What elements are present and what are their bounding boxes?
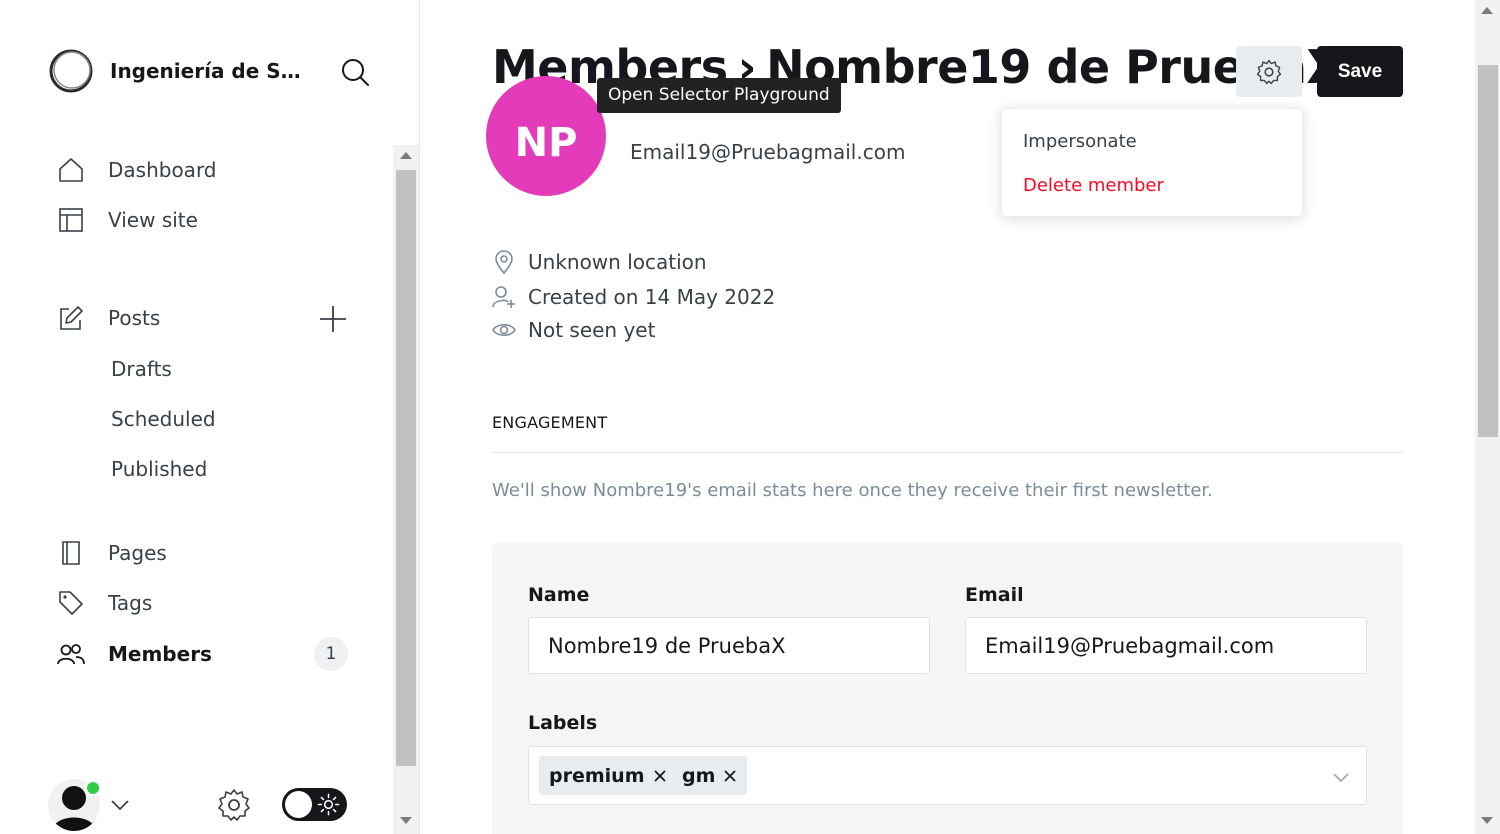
engagement-heading: ENGAGEMENT xyxy=(492,413,608,432)
save-button[interactable]: Save xyxy=(1317,46,1403,97)
members-icon xyxy=(56,639,86,669)
layout-icon xyxy=(56,205,86,235)
nav-view-site[interactable]: View site xyxy=(56,202,198,238)
nav-view-site-label: View site xyxy=(108,208,198,232)
selector-playground-tooltip: Open Selector Playground xyxy=(597,78,841,113)
email-label: Email xyxy=(965,584,1024,606)
label-token-text: gm xyxy=(682,764,716,787)
eye-icon xyxy=(492,318,516,342)
sun-icon xyxy=(317,793,340,816)
location-pin-icon xyxy=(492,250,516,274)
nav-tags[interactable]: Tags xyxy=(56,585,152,621)
engagement-divider xyxy=(492,452,1403,453)
sidebar: Ingeniería de So... Dashboard View site … xyxy=(0,0,420,834)
nav-pages[interactable]: Pages xyxy=(56,535,167,571)
theme-toggle[interactable] xyxy=(282,788,347,821)
nav-members[interactable]: Members xyxy=(56,636,212,672)
search-icon[interactable] xyxy=(340,57,370,87)
online-status-dot xyxy=(85,780,101,796)
nav-posts[interactable]: Posts xyxy=(56,300,160,336)
page-scrollbar-thumb[interactable] xyxy=(1478,65,1498,437)
delete-member-menu-item[interactable]: Delete member xyxy=(1023,175,1164,196)
edit-icon xyxy=(56,303,86,333)
chevron-down-icon[interactable] xyxy=(110,795,130,815)
add-post-plus-icon[interactable] xyxy=(318,304,348,334)
member-created-text: Created on 14 May 2022 xyxy=(528,285,776,309)
members-count-badge: 1 xyxy=(314,637,348,671)
member-email: Email19@Pruebagmail.com xyxy=(630,140,906,164)
member-last-seen-text: Not seen yet xyxy=(528,318,656,342)
labels-label: Labels xyxy=(528,712,598,734)
impersonate-menu-item[interactable]: Impersonate xyxy=(1023,131,1137,152)
nav-pages-label: Pages xyxy=(108,541,167,565)
remove-label-icon[interactable] xyxy=(653,769,667,783)
member-location: Unknown location xyxy=(492,250,707,274)
tag-icon xyxy=(56,588,86,618)
brand-name: Ingeniería de So... xyxy=(110,59,310,83)
nav-dashboard[interactable]: Dashboard xyxy=(56,152,217,188)
label-token: premium xyxy=(539,756,677,795)
member-details-form: Name Email Labels premium gm xyxy=(492,543,1403,834)
nav-drafts[interactable]: Drafts xyxy=(111,353,172,385)
nav-members-label: Members xyxy=(108,642,212,666)
brand[interactable]: Ingeniería de So... xyxy=(48,48,310,94)
email-input[interactable] xyxy=(965,617,1367,674)
name-label: Name xyxy=(528,584,590,606)
labels-select[interactable]: premium gm xyxy=(528,746,1367,805)
page-icon xyxy=(56,538,86,568)
member-last-seen: Not seen yet xyxy=(492,318,655,342)
home-icon xyxy=(56,155,86,185)
nav-scheduled[interactable]: Scheduled xyxy=(111,403,216,435)
page-scroll-up-icon[interactable] xyxy=(1481,7,1493,14)
settings-gear-icon[interactable] xyxy=(217,788,251,822)
nav-published[interactable]: Published xyxy=(111,453,207,485)
label-token-text: premium xyxy=(549,764,645,787)
name-input[interactable] xyxy=(528,617,930,674)
member-actions-button[interactable] xyxy=(1236,46,1302,97)
sidebar-scroll-down-icon[interactable] xyxy=(400,817,412,824)
member-avatar: NP xyxy=(486,76,606,196)
nav-tags-label: Tags xyxy=(108,591,153,615)
sidebar-scrollbar-thumb[interactable] xyxy=(396,170,416,766)
user-add-icon xyxy=(492,285,516,309)
member-created: Created on 14 May 2022 xyxy=(492,285,775,309)
nav-dashboard-label: Dashboard xyxy=(108,158,217,182)
main-content: Members › Nombre19 de PruebaX NP Email19@P… xyxy=(420,0,1475,834)
label-token: gm xyxy=(672,756,748,795)
chevron-down-icon[interactable] xyxy=(1331,767,1351,787)
nav-posts-label: Posts xyxy=(108,306,161,330)
brand-logo-icon xyxy=(49,49,93,93)
page-scroll-down-icon[interactable] xyxy=(1481,817,1493,824)
remove-label-icon[interactable] xyxy=(723,769,737,783)
toggle-knob xyxy=(285,791,312,818)
member-actions-dropdown: Impersonate Delete member xyxy=(1001,108,1303,217)
member-initials: NP xyxy=(514,120,578,166)
gear-icon xyxy=(1256,59,1282,84)
engagement-note: We'll show Nombre19's email stats here o… xyxy=(492,480,1213,501)
sidebar-scroll-up-icon[interactable] xyxy=(400,152,412,159)
member-location-text: Unknown location xyxy=(528,250,707,274)
